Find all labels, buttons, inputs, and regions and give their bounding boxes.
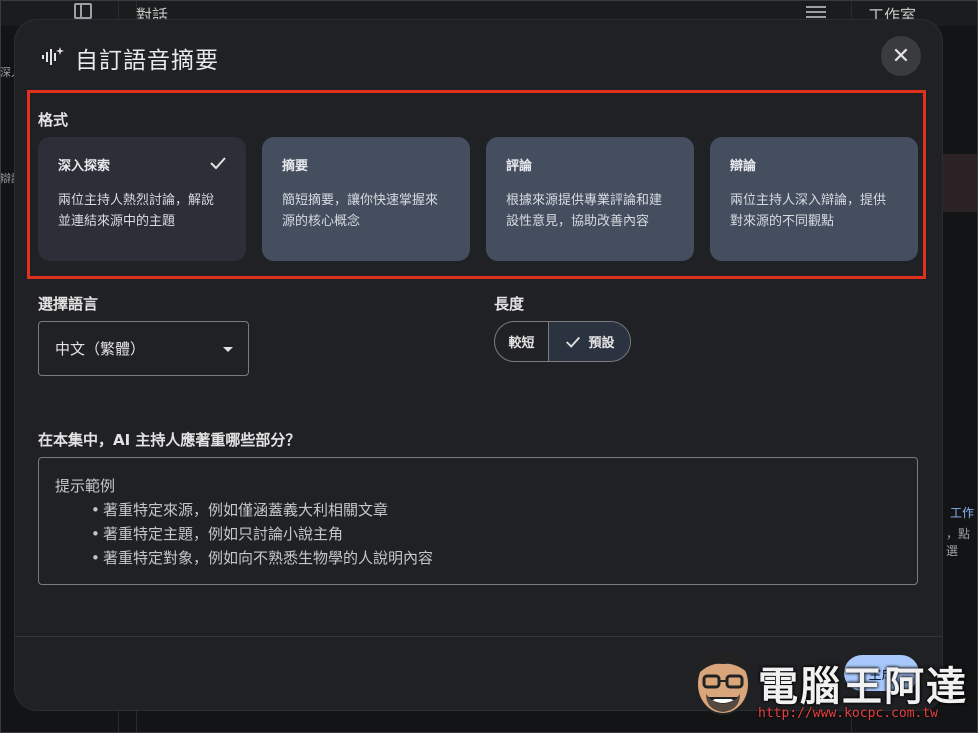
length-label: 長度 bbox=[494, 295, 525, 313]
watermark-url: http://www.kocpc.com.tw bbox=[758, 706, 939, 721]
length-short-label: 較短 bbox=[508, 336, 535, 351]
watermark: 電腦王阿達 http://www.kocpc.com.tw bbox=[692, 640, 972, 730]
dialog-title: 自訂語音摘要 bbox=[75, 48, 219, 74]
background-snippet: 深入 bbox=[0, 66, 14, 79]
audio-spark-icon bbox=[42, 47, 64, 65]
prompt-example: • 著重特定主題，例如只討論小說主角 bbox=[91, 525, 344, 543]
close-button[interactable]: ✕ bbox=[881, 36, 921, 76]
dropdown-arrow-icon bbox=[223, 347, 233, 352]
language-label: 選擇語言 bbox=[38, 295, 99, 313]
background-snippet: 辯論 bbox=[0, 172, 14, 185]
custom-audio-summary-dialog: 自訂語音摘要 ✕ 格式 深入探索 兩位主持人熱烈討論，解說並連結來源中的主題 摘… bbox=[15, 20, 942, 710]
focus-prompt-textarea[interactable]: 提示範例 • 著重特定來源，例如僅涵蓋義大利相關文章 • 著重特定主題，例如只討論小… bbox=[38, 457, 918, 585]
sidebar-toggle-icon[interactable] bbox=[74, 3, 92, 19]
length-toggle: 較短 預設 bbox=[494, 321, 631, 362]
length-default-label: 預設 bbox=[588, 336, 615, 351]
footer-divider bbox=[15, 636, 942, 637]
length-default-button[interactable]: 預設 bbox=[549, 322, 630, 361]
background-panel bbox=[942, 154, 978, 212]
close-icon: ✕ bbox=[891, 43, 911, 69]
highlight-annotation bbox=[27, 90, 926, 279]
focus-question: 在本集中，AI 主持人應著重哪些部分？ bbox=[38, 431, 301, 449]
check-icon bbox=[566, 336, 581, 348]
prompt-placeholder-title: 提示範例 bbox=[55, 477, 116, 495]
mascot-face-icon bbox=[696, 651, 750, 715]
watermark-text: 電腦王阿達 bbox=[758, 664, 968, 710]
language-value: 中文（繁體） bbox=[55, 340, 146, 358]
tune-icon[interactable] bbox=[806, 3, 826, 21]
prompt-example: • 著重特定對象，例如向不熟悉生物學的人說明內容 bbox=[91, 549, 434, 567]
studio-hint: ，點選 bbox=[946, 527, 971, 558]
prompt-example: • 著重特定來源，例如僅涵蓋義大利相關文章 bbox=[91, 501, 389, 519]
studio-link[interactable]: 工作 bbox=[950, 504, 974, 521]
length-short-button[interactable]: 較短 bbox=[495, 322, 549, 361]
language-select[interactable]: 中文（繁體） bbox=[38, 321, 249, 376]
